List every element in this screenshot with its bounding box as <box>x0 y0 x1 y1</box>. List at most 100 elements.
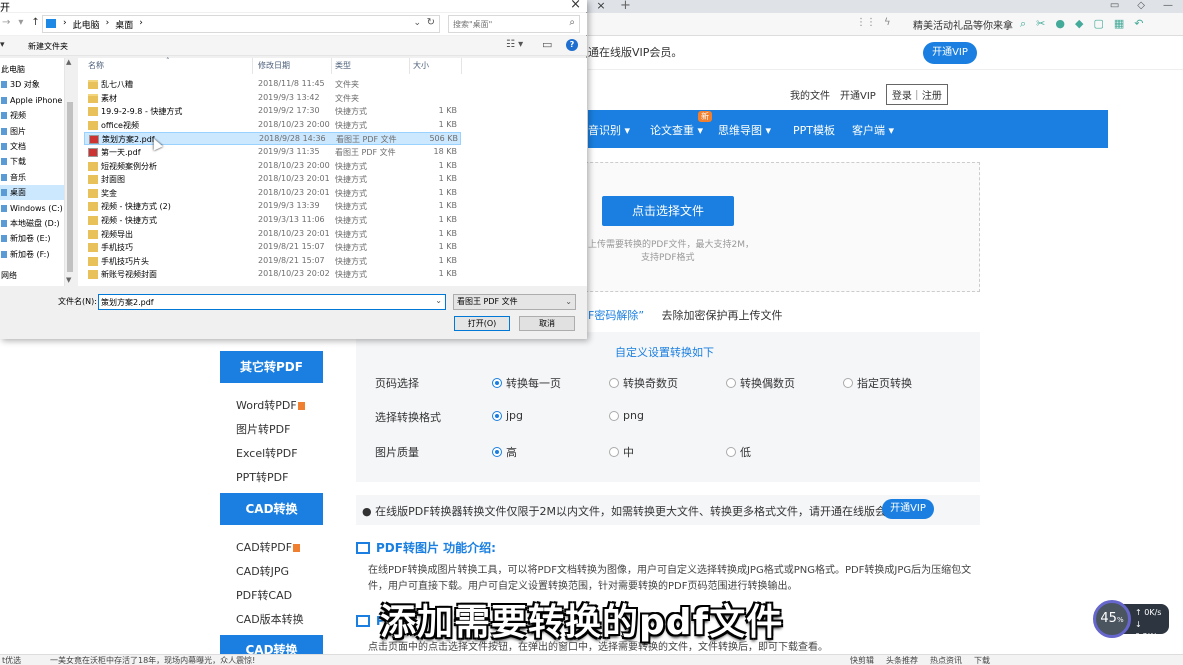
network-speed-widget[interactable]: ↑ 0K/s ↓ 0.2K/s 45% <box>1093 600 1171 641</box>
scroll-down-icon[interactable]: ▼ <box>66 276 71 284</box>
apps-icon[interactable]: ▦ <box>1114 17 1124 31</box>
cancel-button[interactable]: 取消 <box>519 316 575 331</box>
lightning-icon[interactable]: ϟ <box>884 17 891 28</box>
my-files-link[interactable]: 我的文件 <box>790 87 830 102</box>
nav-item-3d-objects[interactable]: 3D 对象 <box>0 77 64 92</box>
column-header-size[interactable]: 大小 <box>413 58 429 74</box>
radio-quality-mid[interactable]: 中 <box>609 444 634 460</box>
nav-item-ppt[interactable]: PPT模板 <box>793 122 835 138</box>
new-folder-button[interactable]: 新建文件夹 <box>28 41 68 52</box>
scroll-thumb[interactable] <box>67 102 73 272</box>
status-item-headline[interactable]: 头条推荐 <box>886 655 918 665</box>
radio-every-page[interactable]: 转换每一页 <box>492 375 561 391</box>
radio-jpg[interactable]: jpg <box>492 409 523 422</box>
column-header-date[interactable]: 修改日期 <box>258 58 290 74</box>
search-icon[interactable]: ⌕ <box>1020 17 1026 31</box>
minimize-icon[interactable]: ▭ <box>1110 0 1119 11</box>
dialog-close-button[interactable]: × <box>570 0 581 12</box>
file-row[interactable]: 乱七八糟 2018/11/8 11:45 文件夹 <box>84 78 461 91</box>
chat-icon[interactable]: ▢ <box>1093 17 1103 31</box>
sidebar-head-to-pdf[interactable]: 其它转PDF <box>220 351 323 383</box>
radio-even-pages[interactable]: 转换偶数页 <box>726 375 795 391</box>
extension-icon[interactable]: ● <box>1055 17 1065 31</box>
file-row[interactable]: 封面图 2018/10/23 20:01 快捷方式 1 KB <box>84 173 461 186</box>
address-bar[interactable]: › 此电脑 › 桌面 › ⌄ ↻ <box>42 15 440 33</box>
select-file-button[interactable]: 点击选择文件 <box>602 196 734 226</box>
nav-item-pictures[interactable]: 图片 <box>0 124 64 139</box>
status-news-ticker[interactable]: 一美女竟在沃柜中存活了18年，现场内幕曝光，众人震惊! <box>50 655 255 665</box>
search-input[interactable] <box>453 18 563 30</box>
status-item-hot-news[interactable]: 热点资讯 <box>930 655 962 665</box>
column-divider[interactable] <box>461 58 462 74</box>
file-row[interactable]: 视频 - 快捷方式 2019/3/13 11:06 快捷方式 1 KB <box>84 214 461 227</box>
status-left-text[interactable]: t优选 <box>2 655 21 665</box>
nav-scrollbar[interactable]: ▲ ▼ <box>64 58 74 286</box>
sidebar-item-excel-to-pdf[interactable]: Excel转PDF <box>236 445 298 461</box>
filetype-select[interactable]: 看图王 PDF 文件 ⌄ <box>453 294 576 310</box>
help-icon[interactable]: ? <box>566 39 578 51</box>
sidebar-item-ppt-to-pdf[interactable]: PPT转PDF <box>236 469 288 485</box>
organize-dropdown[interactable]: ▾ <box>0 40 5 50</box>
up-arrow-icon[interactable]: ↑ <box>31 17 39 28</box>
sidebar-item-cad-to-jpg[interactable]: CAD转JPG <box>236 563 289 579</box>
back-arrow-icon[interactable]: → <box>2 17 10 28</box>
nav-item-volume-f[interactable]: 新加卷 (F:) <box>0 247 64 262</box>
column-header-name[interactable]: 名称 <box>88 58 104 74</box>
address-dropdown-icon[interactable]: ⌄ <box>413 18 421 28</box>
column-header-type[interactable]: 类型 <box>335 58 351 74</box>
breadcrumb-desktop[interactable]: 桌面 <box>115 18 133 31</box>
chevron-down-icon[interactable]: ⌄ <box>565 295 572 309</box>
radio-quality-high[interactable]: 高 <box>492 444 517 460</box>
nav-item-plagiarism[interactable]: 论文查重 ▾ <box>650 122 703 138</box>
nav-item-downloads[interactable]: 下载 <box>0 154 64 169</box>
shield-icon[interactable]: ◆ <box>1075 17 1083 31</box>
recent-dropdown-icon[interactable]: ▾ <box>18 17 23 28</box>
sidebar-item-pdf-to-cad[interactable]: PDF转CAD <box>236 587 292 603</box>
sidebar-item-cad-version[interactable]: CAD版本转换 <box>236 611 304 627</box>
undo-icon[interactable]: ↶ <box>1134 17 1143 31</box>
open-button[interactable]: 打开(O) <box>454 316 510 331</box>
file-row[interactable]: 策划方案2.pdf 2018/9/28 14:36 看图王 PDF 文件 506 KB <box>84 132 461 146</box>
sidebar-item-cad-to-pdf[interactable]: CAD转PDF <box>236 539 301 555</box>
preview-pane-icon[interactable]: ▭ <box>542 38 552 51</box>
nav-item-music[interactable]: 音乐 <box>0 170 64 185</box>
view-options-icon[interactable]: ☷ ▾ <box>506 39 523 50</box>
tab-close-icon[interactable]: × <box>588 0 614 13</box>
sidebar-item-word-to-pdf[interactable]: Word转PDF <box>236 397 305 413</box>
file-row[interactable]: 手机技巧 2019/8/21 15:07 快捷方式 1 KB <box>84 241 461 254</box>
file-row[interactable]: 第一天.pdf 2019/9/3 11:35 看图王 PDF 文件 18 KB <box>84 146 461 159</box>
password-remove-link[interactable]: F密码解除” <box>588 309 644 322</box>
status-item-quick-edit[interactable]: 快剪辑 <box>850 655 874 665</box>
scissors-icon[interactable]: ✂ <box>1036 17 1045 31</box>
file-row[interactable]: 19.9-2-9.8 - 快捷方式 2019/9/2 17:30 快捷方式 1 KB <box>84 105 461 118</box>
radio-quality-low[interactable]: 低 <box>726 444 751 460</box>
notice-open-vip-button[interactable]: 开通VIP <box>882 499 934 519</box>
search-icon[interactable]: ⌕ <box>569 17 575 28</box>
nav-item-windows-c[interactable]: Windows (C:) <box>0 201 64 216</box>
login-register-button[interactable]: 登录｜注册 <box>885 83 948 105</box>
search-box[interactable]: ⌕ <box>448 15 580 33</box>
file-row[interactable]: 视频 - 快捷方式 (2) 2019/9/3 13:39 快捷方式 1 KB <box>84 200 461 213</box>
chevron-down-icon[interactable]: ⌄ <box>435 296 442 305</box>
file-row[interactable]: 短视频案例分析 2018/10/23 20:00 快捷方式 1 KB <box>84 160 461 173</box>
column-divider[interactable] <box>409 58 410 74</box>
nav-item-this-pc[interactable]: 此电脑 <box>0 62 64 77</box>
promo-text[interactable]: 精美活动礼品等你来拿 <box>913 17 1013 32</box>
refresh-icon[interactable]: ↻ <box>427 17 435 28</box>
radio-png[interactable]: png <box>609 409 644 422</box>
status-item-download[interactable]: 下载 <box>974 655 990 665</box>
file-row[interactable]: 奖金 2018/10/23 20:01 快捷方式 1 KB <box>84 187 461 200</box>
new-tab-button[interactable]: + <box>620 0 631 12</box>
nav-item-client[interactable]: 客户端 ▾ <box>852 122 894 138</box>
filename-combobox[interactable]: ⌄ <box>98 294 446 310</box>
open-vip-link[interactable]: 开通VIP <box>840 87 876 102</box>
upload-area[interactable] <box>560 162 980 292</box>
sidebar-item-image-to-pdf[interactable]: 图片转PDF <box>236 421 290 437</box>
nav-item-documents[interactable]: 文档 <box>0 139 64 154</box>
nav-item-videos[interactable]: 视频 <box>0 108 64 123</box>
radio-odd-pages[interactable]: 转换奇数页 <box>609 375 678 391</box>
nav-item-speech[interactable]: 音识别 ▾ <box>588 122 630 138</box>
nav-item-desktop[interactable]: 桌面 <box>0 185 64 201</box>
open-vip-button[interactable]: 开通VIP <box>923 42 977 64</box>
nav-item-network[interactable]: 网络 <box>0 268 64 283</box>
